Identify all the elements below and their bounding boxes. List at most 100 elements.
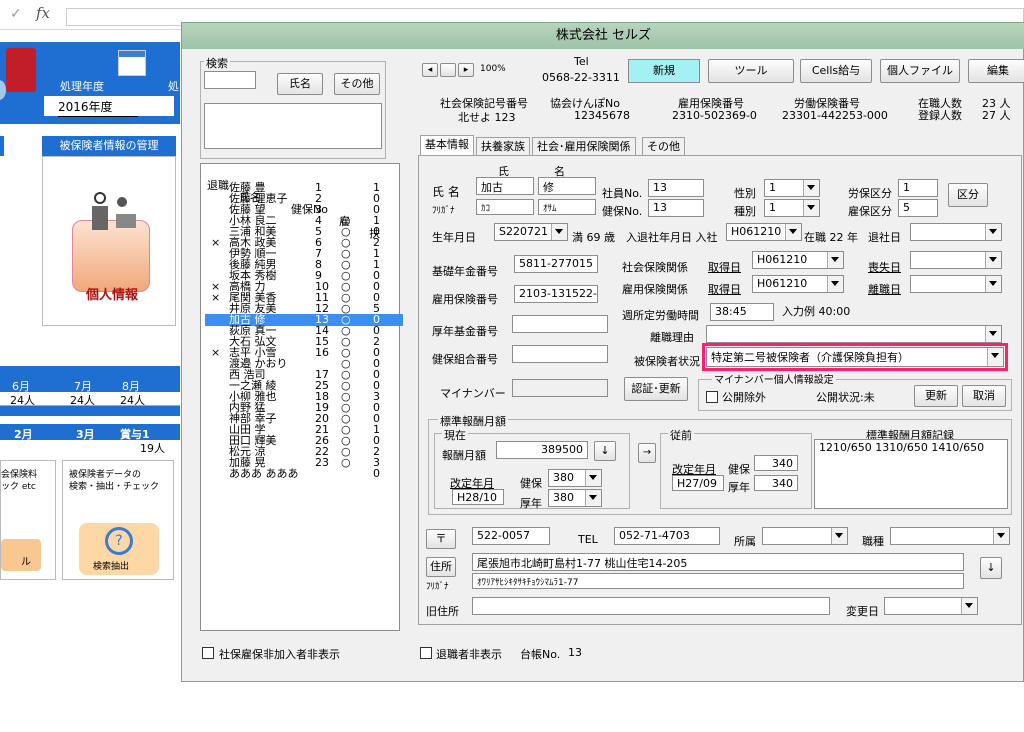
kounen-select[interactable]: 380 [548, 489, 602, 507]
address-kana-input[interactable]: ｵﾜﾘｱｻﾋｼｷﾀｻｷﾁｮｳｼﾏﾑﾗ1-77 [472, 573, 964, 589]
ss-lost-link[interactable]: 喪失日 [868, 259, 901, 275]
personal-file-button[interactable]: 個人ファイル [880, 59, 960, 83]
given-kana-input[interactable]: ｵｻﾑ [538, 199, 596, 215]
join-select[interactable]: H061210 [726, 223, 802, 241]
sex-select[interactable]: 1 [764, 179, 820, 197]
employee-list[interactable]: 退職 氏名 健保No 雇 扶 佐藤 豊 1 1 佐藤 理恵子 2 0 佐藤 望 3 0 小林 良二… [200, 163, 403, 631]
edit-button[interactable]: 編集 [968, 59, 1024, 83]
search-extract-button[interactable]: ? 検索抽出 [79, 523, 159, 575]
search-other-button[interactable]: その他 [334, 73, 380, 95]
reason-select[interactable] [706, 325, 1002, 343]
hide-retired-checkbox[interactable] [420, 647, 432, 659]
postal-button[interactable]: 〒 [426, 529, 456, 549]
given-name-input[interactable]: 修 [538, 177, 596, 195]
address-button[interactable]: 住所 [426, 557, 456, 577]
nav-prev-button[interactable]: ◂ [422, 63, 438, 77]
public-exclude-checkbox[interactable] [706, 391, 718, 403]
window-title: 株式会社 セルズ [182, 23, 1024, 49]
emp-acquired-select[interactable]: H061210 [752, 275, 844, 293]
family-name-input[interactable]: 加古 [476, 177, 534, 195]
search-results-box[interactable] [204, 103, 382, 149]
ledger-label: 台帳No. [520, 648, 561, 661]
ss-lost-select[interactable] [910, 251, 1002, 269]
prev-kounen-input[interactable]: 340 [754, 475, 798, 491]
kenpo-no-input[interactable]: 13 [648, 199, 704, 217]
hours-input[interactable]: 38:45 [710, 303, 774, 321]
registered-value: 27 人 [982, 109, 1011, 122]
prev-revision-input[interactable]: H27/09 [672, 475, 724, 491]
search-name-button[interactable]: 氏名 [277, 73, 323, 95]
family-kana-input[interactable]: ｶｺ [476, 199, 534, 215]
union-input[interactable] [512, 345, 608, 363]
pension-input[interactable]: 5811-277015 [514, 255, 598, 273]
ss-code: 北せよ 123 [458, 111, 516, 124]
nav-next-button[interactable]: ▸ [458, 63, 474, 77]
kind-select[interactable]: 1 [764, 199, 820, 217]
address-down-button[interactable]: ↓ [980, 557, 1002, 579]
emp-no-input[interactable]: 13 [648, 179, 704, 197]
kind-label: 種別 [734, 205, 756, 218]
tab-strip: 基本情報 扶養家族 社会･雇用保険関係 その他 [420, 135, 1020, 157]
year-label-2: 処 [168, 80, 179, 93]
tab-basic[interactable]: 基本情報 [420, 135, 474, 156]
tel-number: 0568-22-3311 [542, 71, 620, 84]
fx-icon[interactable]: fx [36, 4, 50, 22]
prev-kenpo-input[interactable]: 340 [754, 455, 798, 471]
personal-info-button[interactable]: 個人情報 [86, 284, 138, 303]
kyokai-no: 12345678 [574, 109, 630, 122]
leave-select[interactable] [910, 223, 1002, 241]
mynumber-input[interactable] [512, 379, 608, 397]
table-row[interactable]: あああ あああ 0 [205, 468, 403, 480]
emp-cat-input[interactable]: 5 [898, 199, 938, 217]
job-label: 職種 [862, 535, 884, 548]
resign-link[interactable]: 離職日 [868, 281, 901, 297]
tab-other[interactable]: その他 [642, 137, 685, 155]
check-icon[interactable]: ✓ [10, 6, 22, 22]
kubun-button[interactable]: 区分 [948, 183, 988, 207]
dept-select[interactable] [762, 527, 848, 545]
ss-acquired-link[interactable]: 取得日 [708, 259, 741, 275]
postal-input[interactable]: 522-0057 [472, 527, 550, 545]
address-tel-input[interactable]: 052-71-4703 [614, 527, 720, 545]
change-date-select[interactable] [884, 597, 978, 615]
resign-select[interactable] [910, 275, 1002, 293]
birth-select[interactable]: S220721 [494, 223, 568, 241]
search-input[interactable] [204, 71, 256, 89]
reason-label: 離職理由 [650, 331, 694, 344]
tel-label: Tel [574, 55, 589, 68]
insurance-button[interactable]: ル [1, 539, 41, 571]
monthly-input[interactable]: 389500 [496, 441, 588, 459]
mynumber-cancel-button[interactable]: 取消 [962, 385, 1006, 407]
new-button[interactable]: 新規 [628, 59, 700, 83]
address-input[interactable]: 尾張旭市北崎町島村1-77 桃山住宅14-205 [472, 553, 964, 571]
revision-input[interactable]: H28/10 [452, 489, 504, 505]
year-label: 処理年度 [60, 80, 104, 93]
search-legend: 検索 [204, 55, 230, 71]
old-address-input[interactable] [472, 597, 830, 615]
hours-label: 週所定労働時間 [622, 309, 699, 322]
month-value-row: 24人 24人 24人 [0, 392, 180, 407]
move-right-button[interactable]: → [638, 443, 656, 463]
record-box[interactable]: 1210/650 1310/650 1410/650 [814, 439, 1008, 509]
emp-acquired-link[interactable]: 取得日 [708, 281, 741, 297]
ss-rel-label: 社会保険関係 [622, 261, 688, 274]
job-select[interactable] [890, 527, 1010, 545]
tab-insurance[interactable]: 社会･雇用保険関係 [532, 137, 636, 155]
monthly-down-button[interactable]: ↓ [594, 441, 616, 461]
hide-unenrolled-checkbox[interactable] [202, 647, 214, 659]
mynumber-update-button[interactable]: 更新 [914, 385, 958, 407]
emp-ins-num-label: 雇用保険番号 [432, 293, 498, 306]
cells-salary-button[interactable]: Cells給与 [800, 59, 872, 83]
tab-dependents[interactable]: 扶養家族 [476, 137, 530, 155]
emp-rel-label: 雇用保険関係 [622, 283, 688, 296]
labor-cat-input[interactable]: 1 [898, 179, 938, 197]
tool-button[interactable]: ツール [708, 59, 794, 83]
ss-acquired-select[interactable]: H061210 [752, 251, 844, 269]
name-label: 氏 名 [432, 185, 460, 199]
auth-update-button[interactable]: 認証･更新 [624, 377, 688, 401]
kenpo-select[interactable]: 380 [548, 469, 602, 487]
fund-input[interactable] [512, 315, 608, 333]
emp-ins-num-input[interactable]: 2103-131522-5 [514, 285, 598, 303]
status-select[interactable]: 特定第二号被保険者（介護保険負担有） [706, 347, 1004, 367]
nav-blank-button[interactable] [440, 63, 456, 77]
